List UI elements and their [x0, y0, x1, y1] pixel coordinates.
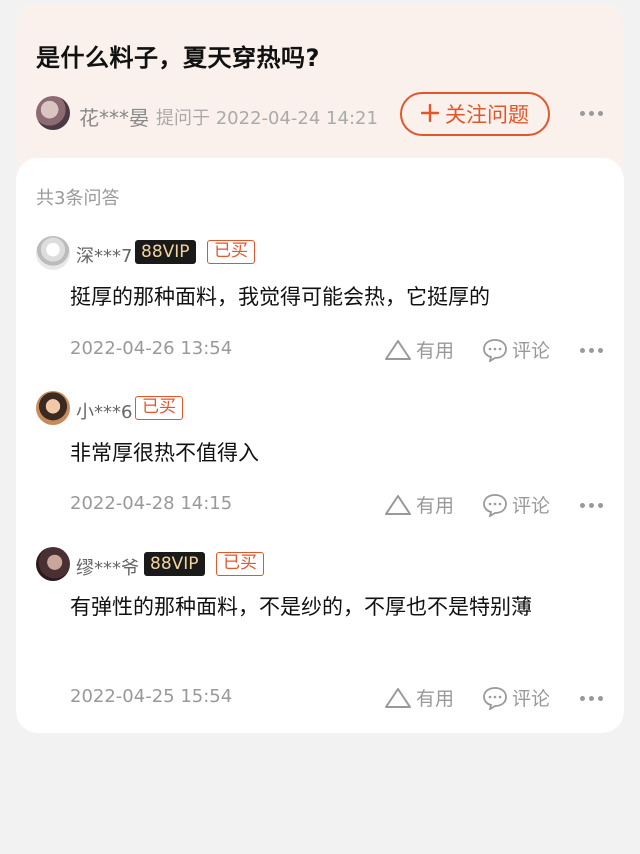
useful-label: 有用	[416, 688, 455, 710]
comment-icon	[483, 338, 507, 362]
question-title: 是什么料子，夏天穿热吗?	[36, 44, 320, 72]
comment-icon	[483, 493, 507, 517]
comment-button[interactable]: 评论	[482, 491, 550, 518]
more-dots-icon[interactable]	[580, 348, 603, 353]
question-card: 是什么料子，夏天穿热吗? 花***晏 提问于 2022-04-24 14:21 …	[16, 4, 624, 174]
triangle-icon	[385, 339, 411, 360]
asker-name: 花***晏	[79, 106, 149, 130]
comment-label: 评论	[512, 688, 551, 710]
answers-count: 共3条问答	[36, 188, 120, 209]
answer-date: 2022-04-28 14:15	[70, 493, 233, 514]
follow-question-label: 关注问题	[445, 103, 529, 127]
asker-avatar[interactable]	[36, 96, 70, 130]
answerer-avatar[interactable]	[36, 236, 70, 270]
useful-label: 有用	[416, 340, 455, 362]
follow-question-button[interactable]: 关注问题	[400, 92, 550, 136]
more-dots-icon[interactable]	[580, 503, 603, 508]
bought-badge: 已买	[216, 552, 264, 576]
comment-label: 评论	[512, 495, 551, 517]
answerer-name: 小***6	[76, 402, 133, 423]
useful-button[interactable]: 有用	[384, 491, 454, 518]
comment-button[interactable]: 评论	[482, 684, 550, 711]
bought-badge: 已买	[207, 240, 255, 264]
useful-button[interactable]: 有用	[384, 336, 454, 363]
more-dots-icon[interactable]	[580, 111, 603, 116]
answerer-avatar[interactable]	[36, 391, 70, 425]
comment-icon	[483, 686, 507, 710]
vip-badge: 88VIP	[144, 552, 205, 576]
answer-date: 2022-04-25 15:54	[70, 686, 233, 707]
bought-badge: 已买	[135, 396, 183, 420]
answer-text: 挺厚的那种面料，我觉得可能会热，它挺厚的	[70, 285, 490, 309]
triangle-icon	[385, 687, 411, 708]
answer-text: 非常厚很热不值得入	[70, 441, 259, 465]
answers-card: 共3条问答 深***7 88VIP 已买 挺厚的那种面料，我觉得可能会热，它挺厚…	[16, 158, 624, 733]
useful-label: 有用	[416, 495, 455, 517]
more-dots-icon[interactable]	[580, 696, 603, 701]
answerer-name: 深***7	[76, 246, 133, 267]
useful-button[interactable]: 有用	[384, 684, 454, 711]
answerer-avatar[interactable]	[36, 547, 70, 581]
answer-date: 2022-04-26 13:54	[70, 338, 233, 359]
plus-icon	[420, 101, 440, 127]
answerer-name: 缪***爷	[76, 558, 139, 579]
vip-badge: 88VIP	[135, 240, 196, 264]
asker-meta: 提问于 2022-04-24 14:21	[156, 108, 378, 129]
comment-button[interactable]: 评论	[482, 336, 550, 363]
triangle-icon	[385, 494, 411, 515]
answer-text: 有弹性的那种面料，不是纱的，不厚也不是特别薄	[70, 595, 532, 619]
comment-label: 评论	[512, 340, 551, 362]
